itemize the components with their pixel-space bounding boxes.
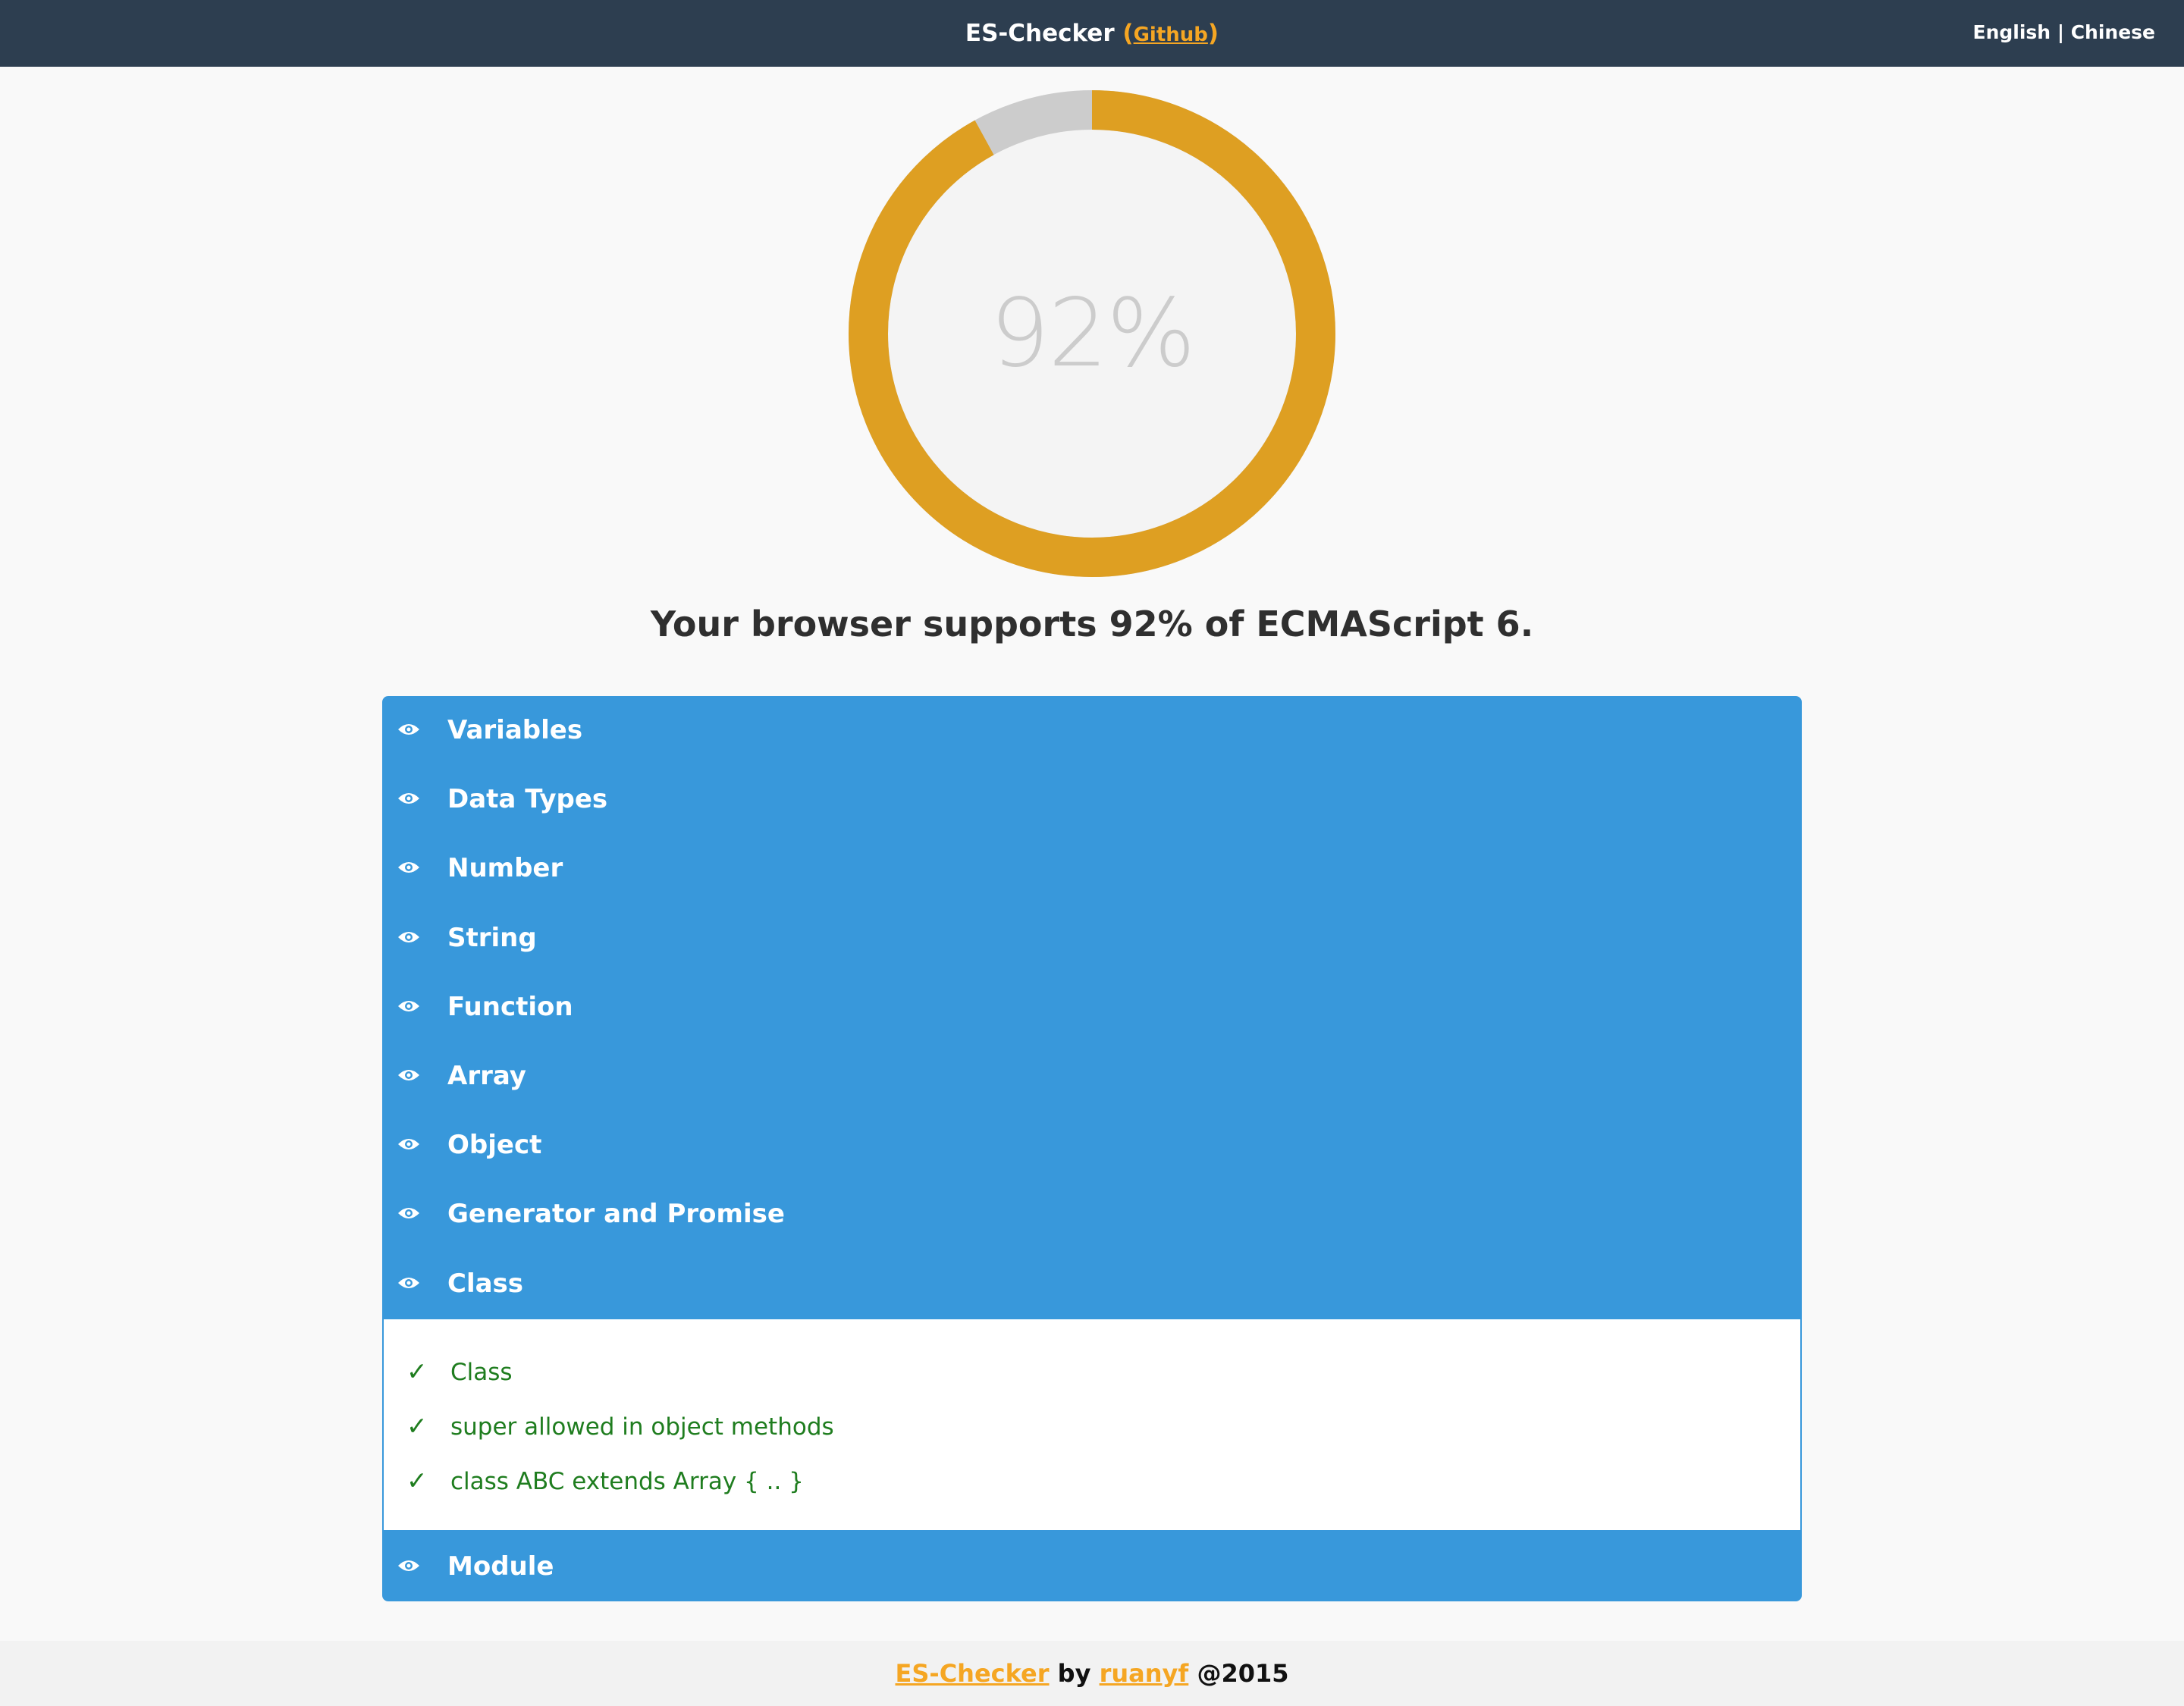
section-label: String <box>447 923 537 953</box>
footer-by: by <box>1057 1659 1091 1688</box>
section-data-types[interactable]: Data Types <box>382 765 1802 834</box>
eye-icon <box>398 932 419 942</box>
check-icon: ✓ <box>406 1466 428 1495</box>
section-label: Class <box>447 1269 524 1299</box>
section-function[interactable]: Function <box>382 973 1802 1042</box>
result-item: ✓ super allowed in object methods <box>406 1399 834 1454</box>
check-icon: ✓ <box>406 1411 428 1441</box>
support-summary: Your browser supports 92% of ECMAScript … <box>650 604 1534 644</box>
eye-icon <box>398 793 419 804</box>
eye-icon <box>398 1560 419 1571</box>
lang-separator: | <box>2057 21 2064 43</box>
section-label: Module <box>447 1551 554 1582</box>
eye-icon <box>398 1278 419 1288</box>
paren-close: ) <box>1207 20 1219 47</box>
section-label: Generator and Promise <box>447 1199 785 1229</box>
support-donut: 92% <box>849 90 1335 577</box>
section-label: Data Types <box>447 784 608 814</box>
section-class[interactable]: Class <box>382 1250 1802 1319</box>
eye-icon <box>398 1070 419 1080</box>
donut-percent-label: 92% <box>990 279 1196 388</box>
section-variables[interactable]: Variables <box>382 696 1802 765</box>
feature-accordion: Variables Data Types Number String Funct… <box>382 696 1802 1601</box>
lang-english-link[interactable]: English <box>1973 21 2051 43</box>
footer-year: @2015 <box>1197 1659 1289 1688</box>
eye-icon <box>398 1208 419 1218</box>
site-title: ES-Checker (Github) <box>0 0 2184 67</box>
result-label: Class <box>450 1359 513 1386</box>
paren-open: ( <box>1122 20 1134 47</box>
footer: ES-Checker by ruanyf @2015 <box>0 1641 2184 1706</box>
section-number[interactable]: Number <box>382 834 1802 903</box>
footer-es-checker-link[interactable]: ES-Checker <box>896 1659 1050 1688</box>
section-label: Object <box>447 1130 542 1160</box>
github-link[interactable]: Github <box>1134 24 1208 46</box>
top-bar: ES-Checker (Github) English | Chinese <box>0 0 2184 67</box>
lang-chinese-link[interactable]: Chinese <box>2071 21 2155 43</box>
result-label: class ABC extends Array { .. } <box>450 1468 804 1495</box>
result-item: ✓ class ABC extends Array { .. } <box>406 1454 804 1508</box>
footer-author-link[interactable]: ruanyf <box>1100 1659 1189 1688</box>
eye-icon <box>398 1001 419 1011</box>
section-string[interactable]: String <box>382 904 1802 973</box>
eye-icon <box>398 1139 419 1149</box>
class-results-panel: ✓ Class ✓ super allowed in object methods … <box>384 1319 1800 1530</box>
section-array[interactable]: Array <box>382 1042 1802 1111</box>
result-item: ✓ Class <box>406 1344 513 1399</box>
section-generator-and-promise[interactable]: Generator and Promise <box>382 1180 1802 1249</box>
eye-icon <box>398 724 419 735</box>
site-name: ES-Checker <box>965 20 1115 47</box>
language-switcher: English | Chinese <box>1973 0 2155 65</box>
check-icon: ✓ <box>406 1356 428 1386</box>
section-label: Number <box>447 853 563 883</box>
section-label: Variables <box>447 715 583 745</box>
section-label: Array <box>447 1061 526 1091</box>
section-module[interactable]: Module <box>382 1532 1802 1601</box>
section-label: Function <box>447 992 573 1022</box>
eye-icon <box>398 862 419 873</box>
section-object[interactable]: Object <box>382 1111 1802 1180</box>
result-label: super allowed in object methods <box>450 1413 834 1441</box>
